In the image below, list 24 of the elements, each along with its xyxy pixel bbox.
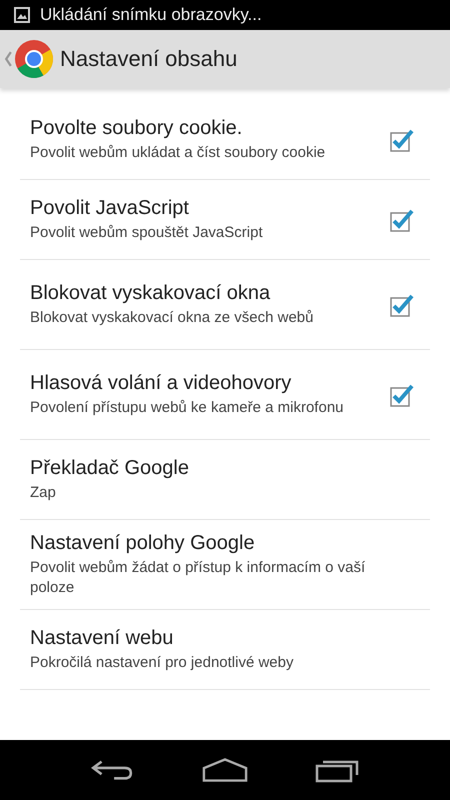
chevron-icon — [5, 51, 12, 67]
setting-title[interactable]: Překladač Google — [30, 456, 420, 480]
setting-summary: Povolit webům žádat o přístup k informacím o vaší poloze — [30, 558, 366, 597]
setting-title[interactable]: Povolit JavaScript — [30, 196, 390, 220]
setting-summary: Povolit webům spouštět JavaScript — [30, 222, 264, 242]
checkbox[interactable] — [390, 208, 414, 232]
image-icon — [14, 7, 30, 23]
setting-title[interactable]: Hlasová volání a videohovory — [30, 372, 390, 395]
notification-text: Ukládání snímku obrazovky... — [40, 5, 262, 25]
home-icon[interactable] — [202, 757, 248, 783]
setting-summary: Povolit webům ukládat a číst soubory cookie — [30, 142, 326, 162]
browser-logo-icon — [14, 39, 54, 79]
setting-title[interactable]: Povolte soubory cookie. — [30, 116, 390, 140]
checkbox[interactable] — [390, 382, 414, 406]
setting-summary: Pokročilá nastavení pro jednotlivé weby — [30, 652, 294, 672]
setting-summary: Blokovat vyskakovací okna ze všech webů — [30, 308, 314, 328]
setting-title[interactable]: Nastavení polohy Google — [30, 532, 420, 555]
setting-title[interactable]: Nastavení webu — [30, 626, 420, 650]
screen-title: Nastavení obsahu — [60, 46, 238, 72]
setting-summary: Zap — [30, 482, 57, 502]
setting-summary: Povolení přístupu webů ke kameře a mikrofonu — [30, 398, 344, 418]
checkbox[interactable] — [390, 128, 414, 152]
setting-title[interactable]: Blokovat vyskakovací okna — [30, 282, 390, 305]
checkbox[interactable] — [390, 292, 414, 316]
